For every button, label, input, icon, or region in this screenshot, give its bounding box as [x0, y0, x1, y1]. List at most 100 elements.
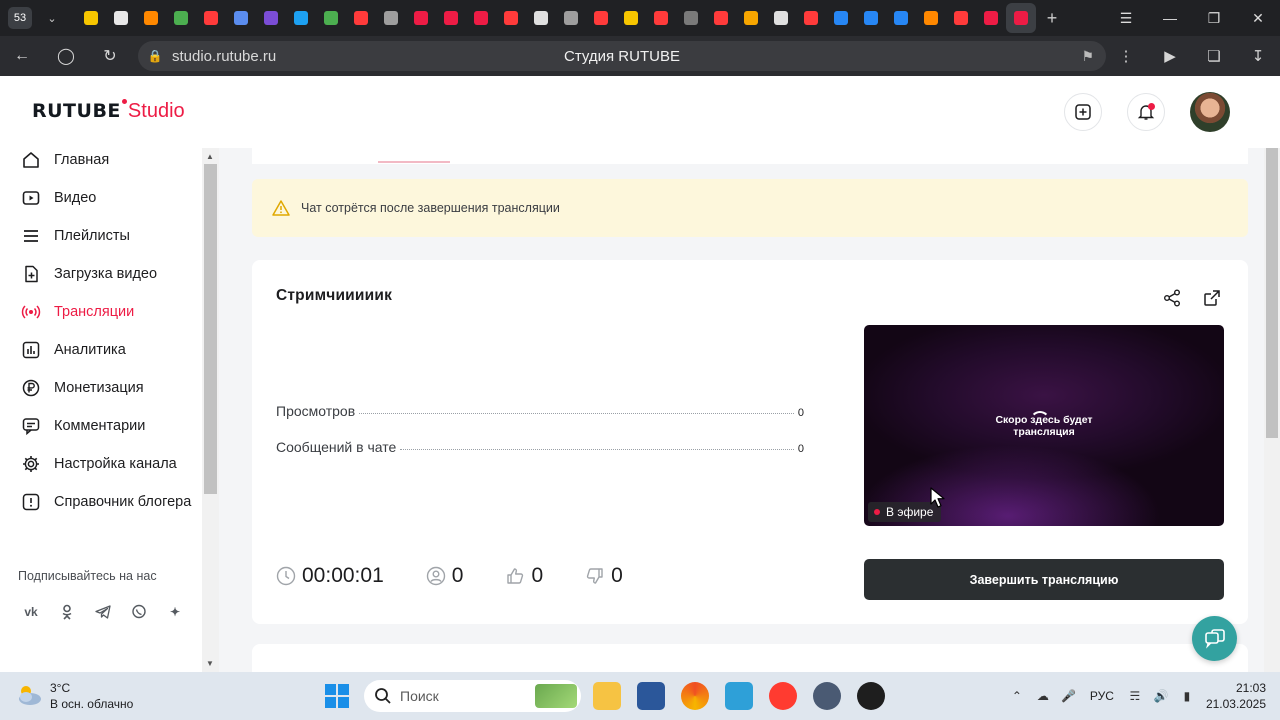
browser-tab[interactable]	[946, 3, 976, 33]
taskbar-search-input[interactable]: Поиск	[364, 680, 581, 712]
sidebar-scrollbar[interactable]: ▲ ▼	[202, 148, 219, 672]
tab-favicon-icon	[864, 11, 878, 25]
browser-tab[interactable]	[316, 3, 346, 33]
back-icon[interactable]: ←	[0, 36, 44, 76]
browser-tab[interactable]	[856, 3, 886, 33]
url-field[interactable]: 🔒 studio.rutube.ru Студия RUTUBE ⚑	[138, 41, 1106, 71]
file-explorer-icon[interactable]	[593, 682, 621, 710]
browser-tab[interactable]	[556, 3, 586, 33]
rutube-studio-logo[interactable]: RUTUBE Studio	[32, 99, 185, 123]
browser-tab[interactable]	[706, 3, 736, 33]
main-scroll-thumb[interactable]	[1266, 148, 1278, 438]
open-external-icon[interactable]	[1202, 288, 1222, 308]
media-icon[interactable]: ▶	[1148, 36, 1192, 76]
messenger-app-icon[interactable]	[857, 682, 885, 710]
collections-icon[interactable]: ❏	[1192, 36, 1236, 76]
analytics-icon	[21, 340, 41, 360]
yandex-icon[interactable]: ◯	[44, 36, 88, 76]
share-icon[interactable]	[1162, 288, 1182, 308]
browser-tab[interactable]	[76, 3, 106, 33]
upload-button[interactable]	[1064, 93, 1102, 131]
clock[interactable]: 21:03 21.03.2025	[1206, 680, 1266, 712]
ok-icon[interactable]	[54, 600, 80, 624]
word-icon[interactable]	[637, 682, 665, 710]
browser-tab[interactable]	[466, 3, 496, 33]
telegram-icon[interactable]	[90, 600, 116, 624]
music-app-icon[interactable]	[681, 682, 709, 710]
browser-tab[interactable]	[736, 3, 766, 33]
browser-tab[interactable]	[826, 3, 856, 33]
microphone-icon[interactable]: 🎤	[1056, 689, 1082, 703]
sidebar-item[interactable]: Видео	[0, 179, 202, 217]
stream-preview-player[interactable]: Скоро здесь будет трансляция В эфире	[864, 325, 1224, 526]
browser-tab[interactable]	[346, 3, 376, 33]
main-scrollbar[interactable]	[1264, 148, 1280, 672]
close-icon[interactable]: ✕	[1236, 0, 1280, 36]
browser-tab[interactable]	[646, 3, 676, 33]
windows-start-icon[interactable]	[325, 684, 349, 708]
sidebar-item[interactable]: Монетизация	[0, 369, 202, 407]
browser-tab[interactable]	[436, 3, 466, 33]
settings-app-icon[interactable]	[813, 682, 841, 710]
minimize-icon[interactable]: —	[1148, 0, 1192, 36]
sidebar-item[interactable]: Главная	[0, 148, 202, 179]
wifi-icon[interactable]: ☴	[1122, 689, 1148, 703]
language-indicator[interactable]: РУС	[1090, 689, 1114, 703]
browser-tab[interactable]	[676, 3, 706, 33]
sidebar-scroll-thumb[interactable]	[204, 164, 217, 494]
browser-tab[interactable]	[196, 3, 226, 33]
more-icon[interactable]: ✦	[162, 600, 188, 624]
download-icon[interactable]: ↧	[1236, 36, 1280, 76]
new-tab-button[interactable]: +	[1040, 6, 1064, 30]
upload-plus-icon	[1075, 104, 1091, 120]
browser-tab[interactable]	[226, 3, 256, 33]
weather-widget[interactable]: 3°C В осн. облачно	[14, 680, 133, 712]
more-menu-icon[interactable]: ⋮	[1104, 36, 1148, 76]
avatar[interactable]	[1190, 92, 1230, 132]
sidebar-item[interactable]: Настройка канала	[0, 445, 202, 483]
battery-icon[interactable]: ▮	[1174, 689, 1200, 703]
volume-icon[interactable]: 🔊	[1148, 689, 1174, 703]
restore-icon[interactable]: ❐	[1192, 0, 1236, 36]
browser-tab[interactable]	[106, 3, 136, 33]
browser-menu-icon[interactable]: ☰	[1104, 0, 1148, 36]
browser-tab[interactable]	[496, 3, 526, 33]
browser-tab[interactable]	[256, 3, 286, 33]
scroll-down-icon[interactable]: ▼	[206, 659, 214, 668]
browser-tab[interactable]	[136, 3, 166, 33]
support-chat-button[interactable]	[1192, 616, 1237, 661]
sidebar-item[interactable]: Трансляции	[0, 293, 202, 331]
browser-tab[interactable]	[886, 3, 916, 33]
reload-icon[interactable]: ↻	[88, 36, 132, 76]
scroll-up-icon[interactable]: ▲	[206, 152, 214, 161]
sidebar-item[interactable]: Комментарии	[0, 407, 202, 445]
browser-tab[interactable]	[286, 3, 316, 33]
browser-tab[interactable]	[766, 3, 796, 33]
end-stream-button[interactable]: Завершить трансляцию	[864, 559, 1224, 600]
onedrive-icon[interactable]: ☁	[1030, 689, 1056, 703]
tray-overflow-icon[interactable]: ⌃	[1004, 689, 1030, 703]
browser-tab[interactable]	[406, 3, 436, 33]
sidebar-item[interactable]: Справочник блогера	[0, 483, 202, 521]
viber-icon[interactable]	[126, 600, 152, 624]
duration-metric: 00:00:01	[276, 564, 384, 588]
browser-tab[interactable]	[796, 3, 826, 33]
tabs-dropdown-icon[interactable]: ⌄	[42, 8, 62, 28]
browser-tab[interactable]	[616, 3, 646, 33]
yandex-browser-icon[interactable]	[769, 682, 797, 710]
sidebar-item[interactable]: Аналитика	[0, 331, 202, 369]
paint-app-icon[interactable]	[725, 682, 753, 710]
browser-tab[interactable]	[916, 3, 946, 33]
sidebar-item[interactable]: Плейлисты	[0, 217, 202, 255]
browser-tab[interactable]	[1006, 3, 1036, 33]
browser-tab[interactable]	[526, 3, 556, 33]
tab-count-badge[interactable]: 53	[8, 7, 32, 29]
vk-icon[interactable]: vk	[18, 600, 44, 624]
browser-tab[interactable]	[976, 3, 1006, 33]
browser-tab[interactable]	[166, 3, 196, 33]
browser-tab[interactable]	[376, 3, 406, 33]
browser-tab[interactable]	[586, 3, 616, 33]
sidebar-item[interactable]: Загрузка видео	[0, 255, 202, 293]
bookmark-icon[interactable]: ⚑	[1081, 48, 1094, 65]
notifications-button[interactable]	[1127, 93, 1165, 131]
